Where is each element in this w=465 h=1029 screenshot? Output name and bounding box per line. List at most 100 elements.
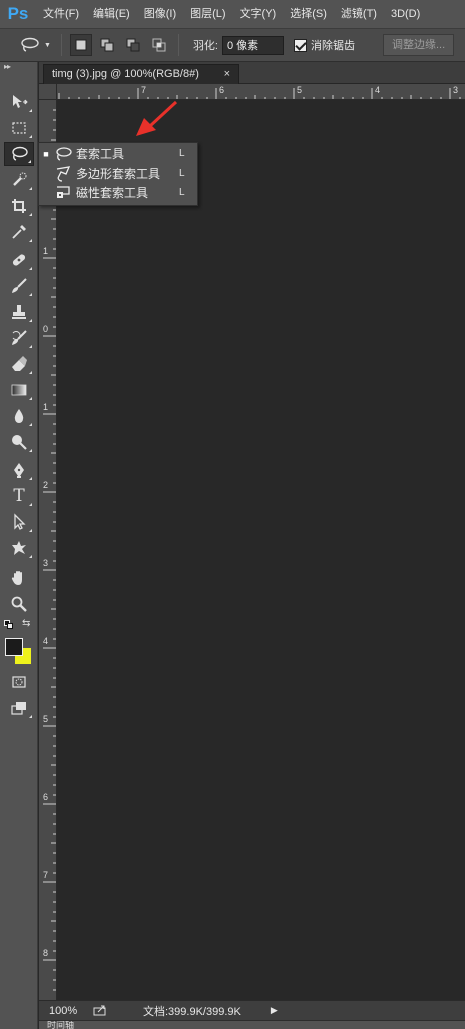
flyout-item-lasso[interactable]: ■ 套索工具 L (39, 144, 197, 163)
selected-bullet-icon: ■ (43, 148, 49, 159)
ruler-label: 6 (219, 85, 225, 95)
blur-tool[interactable] (4, 404, 34, 428)
gradient-tool[interactable] (4, 378, 34, 402)
shape-icon (12, 541, 26, 555)
zoom-tool[interactable] (4, 592, 34, 616)
quick-mask-button[interactable] (4, 670, 34, 694)
hand-tool[interactable] (4, 566, 34, 590)
zoom-level[interactable]: 100% (39, 1005, 89, 1017)
subtract-selection-icon (126, 38, 140, 52)
corner-indicator (29, 555, 32, 558)
screen-mode-icon (11, 702, 26, 715)
brush-tool[interactable] (4, 274, 34, 298)
dodge-icon (12, 435, 27, 450)
document-tab[interactable]: timg (3).jpg @ 100%(RGB/8#) × (43, 64, 239, 84)
quick-selection-tool[interactable] (4, 168, 34, 192)
export-icon[interactable] (93, 1005, 113, 1016)
ruler-origin[interactable] (39, 84, 57, 100)
menu-select[interactable]: 选择(S) (283, 0, 334, 28)
corner-indicator (29, 449, 32, 452)
hand-icon (11, 571, 22, 585)
dodge-tool[interactable] (4, 430, 34, 454)
panel-collapse-icon[interactable]: ▸▸ (0, 62, 37, 74)
menu-filter[interactable]: 滤镜(T) (334, 0, 384, 28)
red-arrow-icon (136, 100, 178, 136)
intersect-selection-icon (152, 38, 166, 52)
eraser-tool[interactable] (4, 352, 34, 376)
corner-indicator (29, 529, 32, 532)
menu-edit[interactable]: 编辑(E) (86, 0, 137, 28)
new-selection-button[interactable] (69, 34, 92, 56)
vertical-ruler[interactable]: 1 0 1 2 3 4 5 6 7 8 (39, 100, 57, 1000)
photoshop-logo: Ps (7, 4, 29, 23)
corner-indicator (29, 319, 32, 322)
screen-mode-button[interactable] (4, 696, 34, 720)
ruler-label: 2 (43, 480, 49, 490)
crop-icon (12, 199, 26, 213)
flyout-item-label: 套索工具 (76, 147, 125, 161)
default-colors-icon[interactable] (4, 620, 14, 630)
type-tool[interactable]: T (4, 484, 34, 508)
crop-tool[interactable] (4, 194, 34, 218)
menu-file[interactable]: 文件(F) (36, 0, 86, 28)
polygonal-lasso-icon (56, 165, 71, 182)
divider (177, 34, 179, 56)
add-to-selection-button[interactable] (96, 34, 118, 56)
eyedropper-tool[interactable] (4, 220, 34, 244)
lasso-tool[interactable] (4, 142, 34, 166)
document-size: 文档:399.9K/399.9K (143, 1005, 241, 1018)
ruler-label: 4 (43, 636, 49, 646)
refine-edge-button[interactable]: 调整边缘... (383, 34, 455, 56)
ruler-label: 3 (453, 85, 459, 95)
lasso-icon (12, 146, 28, 161)
subtract-from-selection-button[interactable] (122, 34, 144, 56)
corner-indicator (29, 345, 32, 348)
corner-indicator (28, 160, 31, 163)
menu-type[interactable]: 文字(Y) (233, 0, 284, 28)
marquee-tool[interactable] (4, 116, 34, 140)
corner-indicator (29, 267, 32, 270)
move-icon (13, 95, 28, 108)
eyedropper-icon (12, 225, 26, 239)
status-bar: 100% 文档:399.9K/399.9K ▶ (39, 1000, 465, 1020)
ruler-label: 8 (43, 948, 49, 958)
swap-colors-icon[interactable]: ⇆ (22, 618, 30, 629)
intersect-selection-button[interactable] (148, 34, 170, 56)
clone-stamp-tool[interactable] (4, 300, 34, 324)
droplet-icon (14, 409, 24, 423)
close-icon[interactable]: × (224, 65, 230, 84)
ruler-label: 7 (141, 85, 147, 95)
shortcut-key: L (179, 148, 185, 159)
history-brush-tool[interactable] (4, 326, 34, 350)
menu-image[interactable]: 图像(I) (137, 0, 183, 28)
tool-preset-picker[interactable]: ▼ (20, 37, 51, 53)
eraser-icon (12, 356, 27, 371)
custom-shape-tool[interactable] (4, 536, 34, 560)
corner-indicator (29, 135, 32, 138)
pen-tool[interactable] (4, 458, 34, 482)
healing-brush-tool[interactable] (4, 248, 34, 272)
move-tool[interactable] (4, 90, 34, 114)
add-selection-icon (100, 38, 114, 52)
path-selection-tool[interactable] (4, 510, 34, 534)
document-canvas[interactable] (57, 101, 465, 1000)
corner-indicator (29, 109, 32, 112)
ruler-ticks (43, 109, 56, 991)
antialias-checkbox[interactable] (294, 38, 307, 52)
ruler-label: 1 (43, 246, 49, 256)
menu-3d[interactable]: 3D(D) (384, 0, 427, 28)
flyout-item-polygonal-lasso[interactable]: 多边形套索工具 L (39, 164, 197, 183)
lasso-icon (56, 146, 72, 161)
timeline-panel-tab[interactable]: 时间轴 (39, 1020, 465, 1029)
flyout-item-magnetic-lasso[interactable]: 磁性套索工具 L (39, 183, 197, 202)
menu-layer[interactable]: 图层(L) (183, 0, 232, 28)
quick-selection-icon (13, 172, 27, 186)
corner-indicator (29, 477, 32, 480)
history-brush-icon (12, 330, 27, 345)
status-menu-arrow-icon[interactable]: ▶ (271, 1005, 278, 1016)
feather-input[interactable] (222, 35, 284, 55)
horizontal-ruler[interactable]: 7 6 5 4 3 (57, 84, 465, 100)
feather-label: 羽化: (192, 40, 218, 52)
pen-icon (14, 463, 24, 478)
foreground-color-swatch[interactable] (5, 638, 23, 656)
